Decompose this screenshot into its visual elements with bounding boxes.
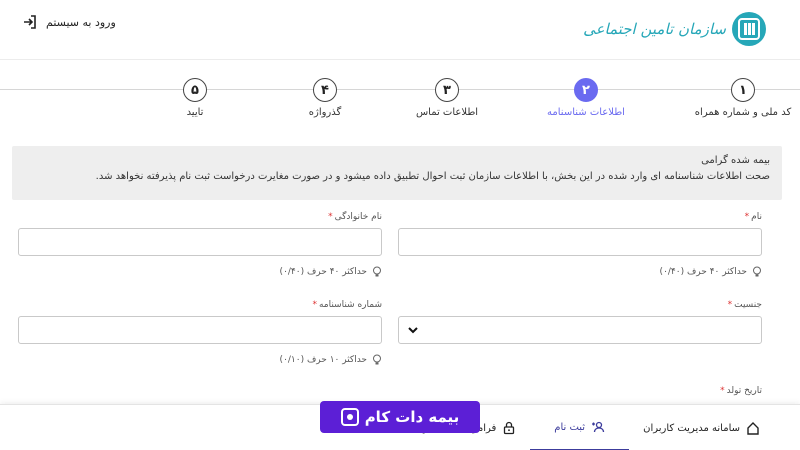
gender-select[interactable] xyxy=(398,316,762,344)
logo: سازمان تامین اجتماعی xyxy=(583,12,766,46)
field-hint: حداکثر ۱۰ حرف (۰/۱۰) xyxy=(18,354,382,366)
field-label: نام خانوادگی* xyxy=(328,212,382,222)
lightbulb-icon xyxy=(753,266,761,277)
field-label: تاریخ تولد* xyxy=(720,386,762,396)
step-number: ۵ xyxy=(183,78,207,102)
lock-icon xyxy=(504,421,515,435)
id-number-input[interactable] xyxy=(18,316,382,344)
chevron-down-icon xyxy=(408,327,418,334)
login-icon xyxy=(24,15,36,29)
watermark-logo: بیمه دات کام xyxy=(320,401,480,433)
first-name-field: نام* حداکثر ۴۰ حرف (۰/۴۰) xyxy=(398,212,762,278)
id-number-field: شماره شناسنامه* حداکثر ۱۰ حرف (۰/۱۰) xyxy=(18,300,382,366)
logo-mark-icon xyxy=(732,12,766,46)
step-label: تایید xyxy=(186,107,204,118)
logo-text: سازمان تامین اجتماعی xyxy=(583,20,726,38)
field-label: جنسیت* xyxy=(727,300,762,310)
field-hint: حداکثر ۴۰ حرف (۰/۴۰) xyxy=(398,266,762,278)
step-label: گذرواژه xyxy=(308,107,342,118)
lightbulb-icon xyxy=(373,354,381,365)
step-label: اطلاعات تماس xyxy=(415,107,479,118)
page-header: سازمان تامین اجتماعی ورود به سیستم xyxy=(0,0,800,60)
login-label: ورود به سیستم xyxy=(46,15,116,29)
add-user-icon xyxy=(592,421,605,433)
last-name-input[interactable] xyxy=(18,228,382,256)
home-icon xyxy=(747,422,759,435)
step-5: ۵ تایید xyxy=(125,78,265,118)
login-link[interactable]: ورود به سیستم xyxy=(22,14,116,30)
birth-date-field: تاریخ تولد* xyxy=(720,386,762,402)
step-label: کد ملی و شماره همراه xyxy=(694,107,792,118)
field-hint: حداکثر ۴۰ حرف (۰/۴۰) xyxy=(18,266,382,278)
step-2: ۲ اطلاعات شناسنامه xyxy=(516,78,656,118)
step-1: ۱ کد ملی و شماره همراه xyxy=(673,78,800,118)
step-number: ۲ xyxy=(574,78,598,102)
gender-field: جنسیت* xyxy=(398,300,762,344)
nav-item-register[interactable]: ثبت نام xyxy=(530,405,630,450)
info-text: صحت اطلاعات شناسنامه ای وارد شده در این … xyxy=(95,171,770,182)
field-label: نام* xyxy=(744,212,762,222)
step-number: ۱ xyxy=(731,78,755,102)
step-label: اطلاعات شناسنامه xyxy=(547,107,625,118)
step-number: ۴ xyxy=(313,78,337,102)
info-box: بیمه شده گرامی صحت اطلاعات شناسنامه ای و… xyxy=(12,146,782,200)
info-title: بیمه شده گرامی xyxy=(701,155,770,166)
step-4: ۴ گذرواژه xyxy=(255,78,395,118)
lightbulb-icon xyxy=(373,266,381,277)
step-3: ۳ اطلاعات تماس xyxy=(377,78,517,118)
nav-item-user-management[interactable]: سامانه مدیریت کاربران xyxy=(629,405,800,450)
last-name-field: نام خانوادگی* حداکثر ۴۰ حرف (۰/۴۰) xyxy=(18,212,382,278)
field-label: شماره شناسنامه* xyxy=(312,300,382,310)
registration-stepper: ۱ کد ملی و شماره همراه ۲ اطلاعات شناسنام… xyxy=(0,74,800,124)
first-name-input[interactable] xyxy=(398,228,762,256)
watermark-text: بیمه دات کام xyxy=(364,408,460,426)
step-number: ۳ xyxy=(435,78,459,102)
watermark-mark-icon xyxy=(340,408,359,426)
